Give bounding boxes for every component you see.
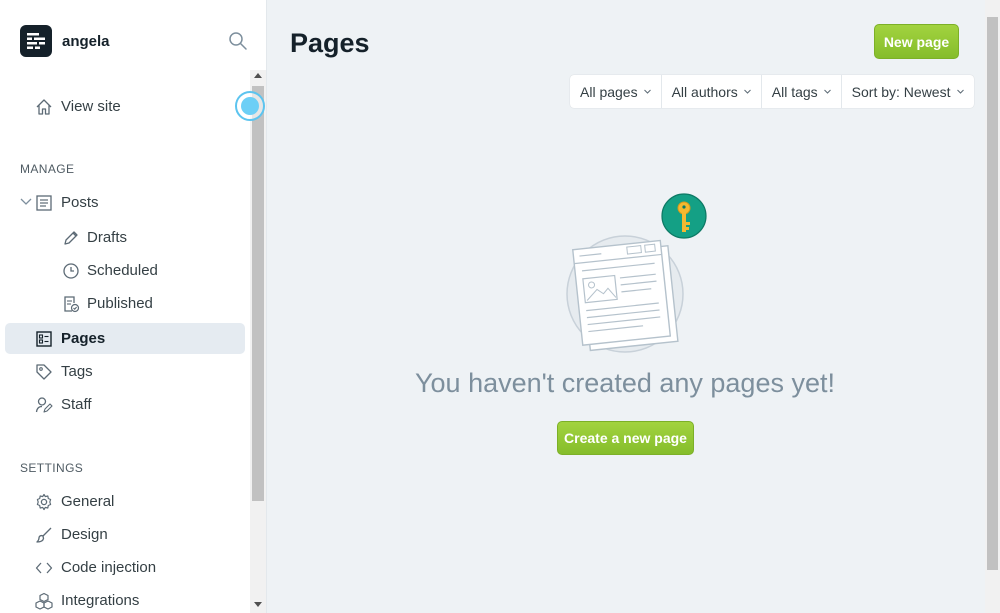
sidebar-item-label: Posts bbox=[61, 194, 99, 211]
sidebar-item-scheduled[interactable]: Scheduled bbox=[5, 255, 245, 286]
empty-pages-illustration bbox=[566, 193, 707, 353]
brush-icon bbox=[36, 527, 52, 543]
filter-label: All pages bbox=[580, 83, 638, 100]
scroll-up-icon[interactable] bbox=[254, 73, 262, 78]
chevron-down-icon bbox=[823, 89, 831, 94]
touch-indicator bbox=[235, 91, 265, 121]
sidebar-item-label: Code injection bbox=[61, 559, 157, 576]
new-page-button[interactable]: New page bbox=[874, 24, 959, 59]
sidebar-item-label: View site bbox=[61, 98, 121, 115]
filter-label: Sort by: Newest bbox=[851, 83, 951, 100]
settings-heading: SETTINGS bbox=[20, 461, 84, 475]
empty-state-message: You haven't created any pages yet! bbox=[415, 368, 835, 398]
sidebar-item-label: Pages bbox=[61, 330, 106, 347]
chevron-down-icon bbox=[643, 89, 651, 94]
scrollbar-thumb[interactable] bbox=[987, 17, 998, 570]
pencil-icon bbox=[64, 231, 78, 245]
scroll-down-icon[interactable] bbox=[254, 602, 262, 607]
filter-label: All authors bbox=[671, 83, 738, 100]
sidebar-item-staff[interactable]: Staff bbox=[5, 389, 245, 420]
sidebar-item-code-injection[interactable]: Code injection bbox=[5, 552, 245, 583]
code-icon bbox=[35, 562, 53, 574]
sidebar-item-posts[interactable]: Posts bbox=[5, 187, 245, 218]
sidebar-item-drafts[interactable]: Drafts bbox=[5, 222, 245, 253]
page-title: Pages bbox=[290, 28, 370, 58]
sidebar-item-view-site[interactable]: View site bbox=[5, 91, 245, 122]
main-scrollbar[interactable] bbox=[985, 0, 1000, 613]
sidebar-item-integrations[interactable]: Integrations bbox=[5, 585, 245, 613]
integrations-icon bbox=[35, 592, 53, 610]
staff-icon bbox=[35, 397, 53, 413]
sidebar-item-label: Published bbox=[87, 295, 153, 312]
site-name[interactable]: angela bbox=[62, 33, 110, 50]
scrollbar-thumb[interactable] bbox=[252, 86, 264, 501]
sort-select[interactable]: Sort by: Newest bbox=[842, 75, 974, 108]
sidebar-item-published[interactable]: Published bbox=[5, 288, 245, 319]
sidebar-item-label: Scheduled bbox=[87, 262, 158, 279]
chevron-down-icon[interactable] bbox=[20, 195, 32, 209]
sidebar-item-general[interactable]: General bbox=[5, 486, 245, 517]
chevron-down-icon bbox=[956, 89, 964, 94]
create-page-button[interactable]: Create a new page bbox=[557, 421, 694, 455]
sidebar-item-label: Design bbox=[61, 526, 108, 543]
sidebar-item-label: Staff bbox=[61, 396, 92, 413]
sidebar-item-pages[interactable]: Pages bbox=[5, 323, 245, 354]
gear-icon bbox=[36, 493, 52, 511]
sidebar: angela View site MANAGE Posts Drafts Sch… bbox=[0, 0, 267, 613]
sidebar-item-label: General bbox=[61, 493, 115, 510]
pages-icon bbox=[36, 331, 52, 347]
clock-icon bbox=[63, 263, 79, 279]
tag-icon bbox=[36, 364, 52, 380]
sidebar-scrollbar[interactable] bbox=[250, 70, 266, 613]
filter-author-select[interactable]: All authors bbox=[662, 75, 762, 108]
site-header: angela bbox=[20, 24, 250, 58]
filter-tag-select[interactable]: All tags bbox=[762, 75, 842, 108]
filter-type-select[interactable]: All pages bbox=[570, 75, 662, 108]
sidebar-item-label: Integrations bbox=[61, 592, 140, 609]
manage-heading: MANAGE bbox=[20, 162, 75, 176]
sidebar-item-label: Tags bbox=[61, 363, 93, 380]
home-icon bbox=[36, 99, 52, 115]
sidebar-item-label: Drafts bbox=[87, 229, 128, 246]
sidebar-nav: View site MANAGE Posts Drafts Scheduled … bbox=[0, 70, 250, 613]
chevron-down-icon bbox=[743, 89, 751, 94]
posts-icon bbox=[36, 195, 52, 211]
published-icon bbox=[64, 296, 80, 313]
filter-label: All tags bbox=[771, 83, 818, 100]
search-icon[interactable] bbox=[228, 31, 248, 51]
sidebar-item-design[interactable]: Design bbox=[5, 519, 245, 550]
filter-bar: All pages All authors All tags Sort by: … bbox=[570, 75, 974, 108]
sidebar-item-tags[interactable]: Tags bbox=[5, 356, 245, 387]
site-logo-icon[interactable] bbox=[20, 25, 52, 57]
